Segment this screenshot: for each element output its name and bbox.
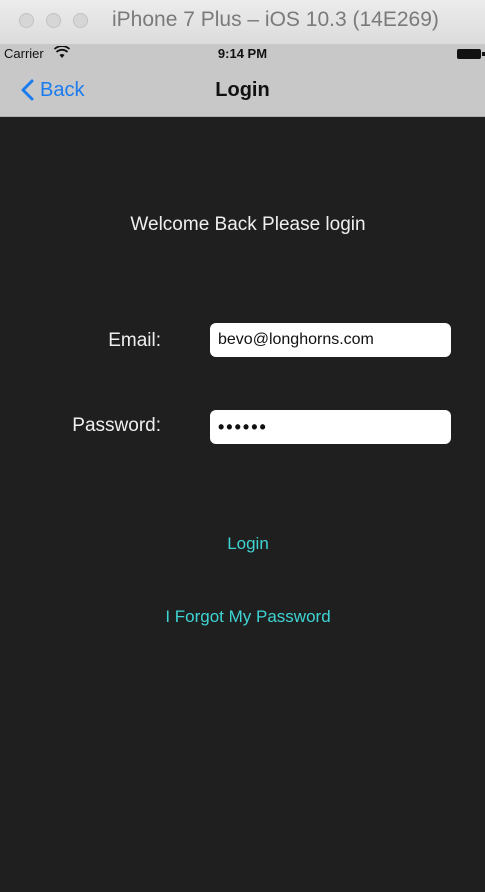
login-button[interactable]: Login [0,534,485,554]
login-content: Welcome Back Please login Email: bevo@lo… [0,117,485,892]
battery-icon [457,49,485,59]
password-label: Password: [72,415,161,436]
window-title-bar: iPhone 7 Plus – iOS 10.3 (14E269) [0,0,485,45]
password-field[interactable]: •••••• [210,410,451,444]
minimize-window-button[interactable] [46,13,61,28]
window-title: iPhone 7 Plus – iOS 10.3 (14E269) [112,8,439,31]
welcome-message: Welcome Back Please login [130,214,366,235]
close-window-button[interactable] [19,13,34,28]
page-title: Login [215,79,270,101]
simulator-window: iPhone 7 Plus – iOS 10.3 (14E269) Carrie… [0,0,485,892]
email-field[interactable]: bevo@longhorns.com [210,323,451,357]
ios-status-bar: Carrier 9:14 PM [0,44,485,64]
forgot-password-button[interactable]: I Forgot My Password [0,607,485,627]
status-time: 9:14 PM [217,46,268,61]
zoom-window-button[interactable] [73,13,88,28]
email-label: Email: [108,330,161,351]
navigation-bar: Back Login [0,64,485,117]
